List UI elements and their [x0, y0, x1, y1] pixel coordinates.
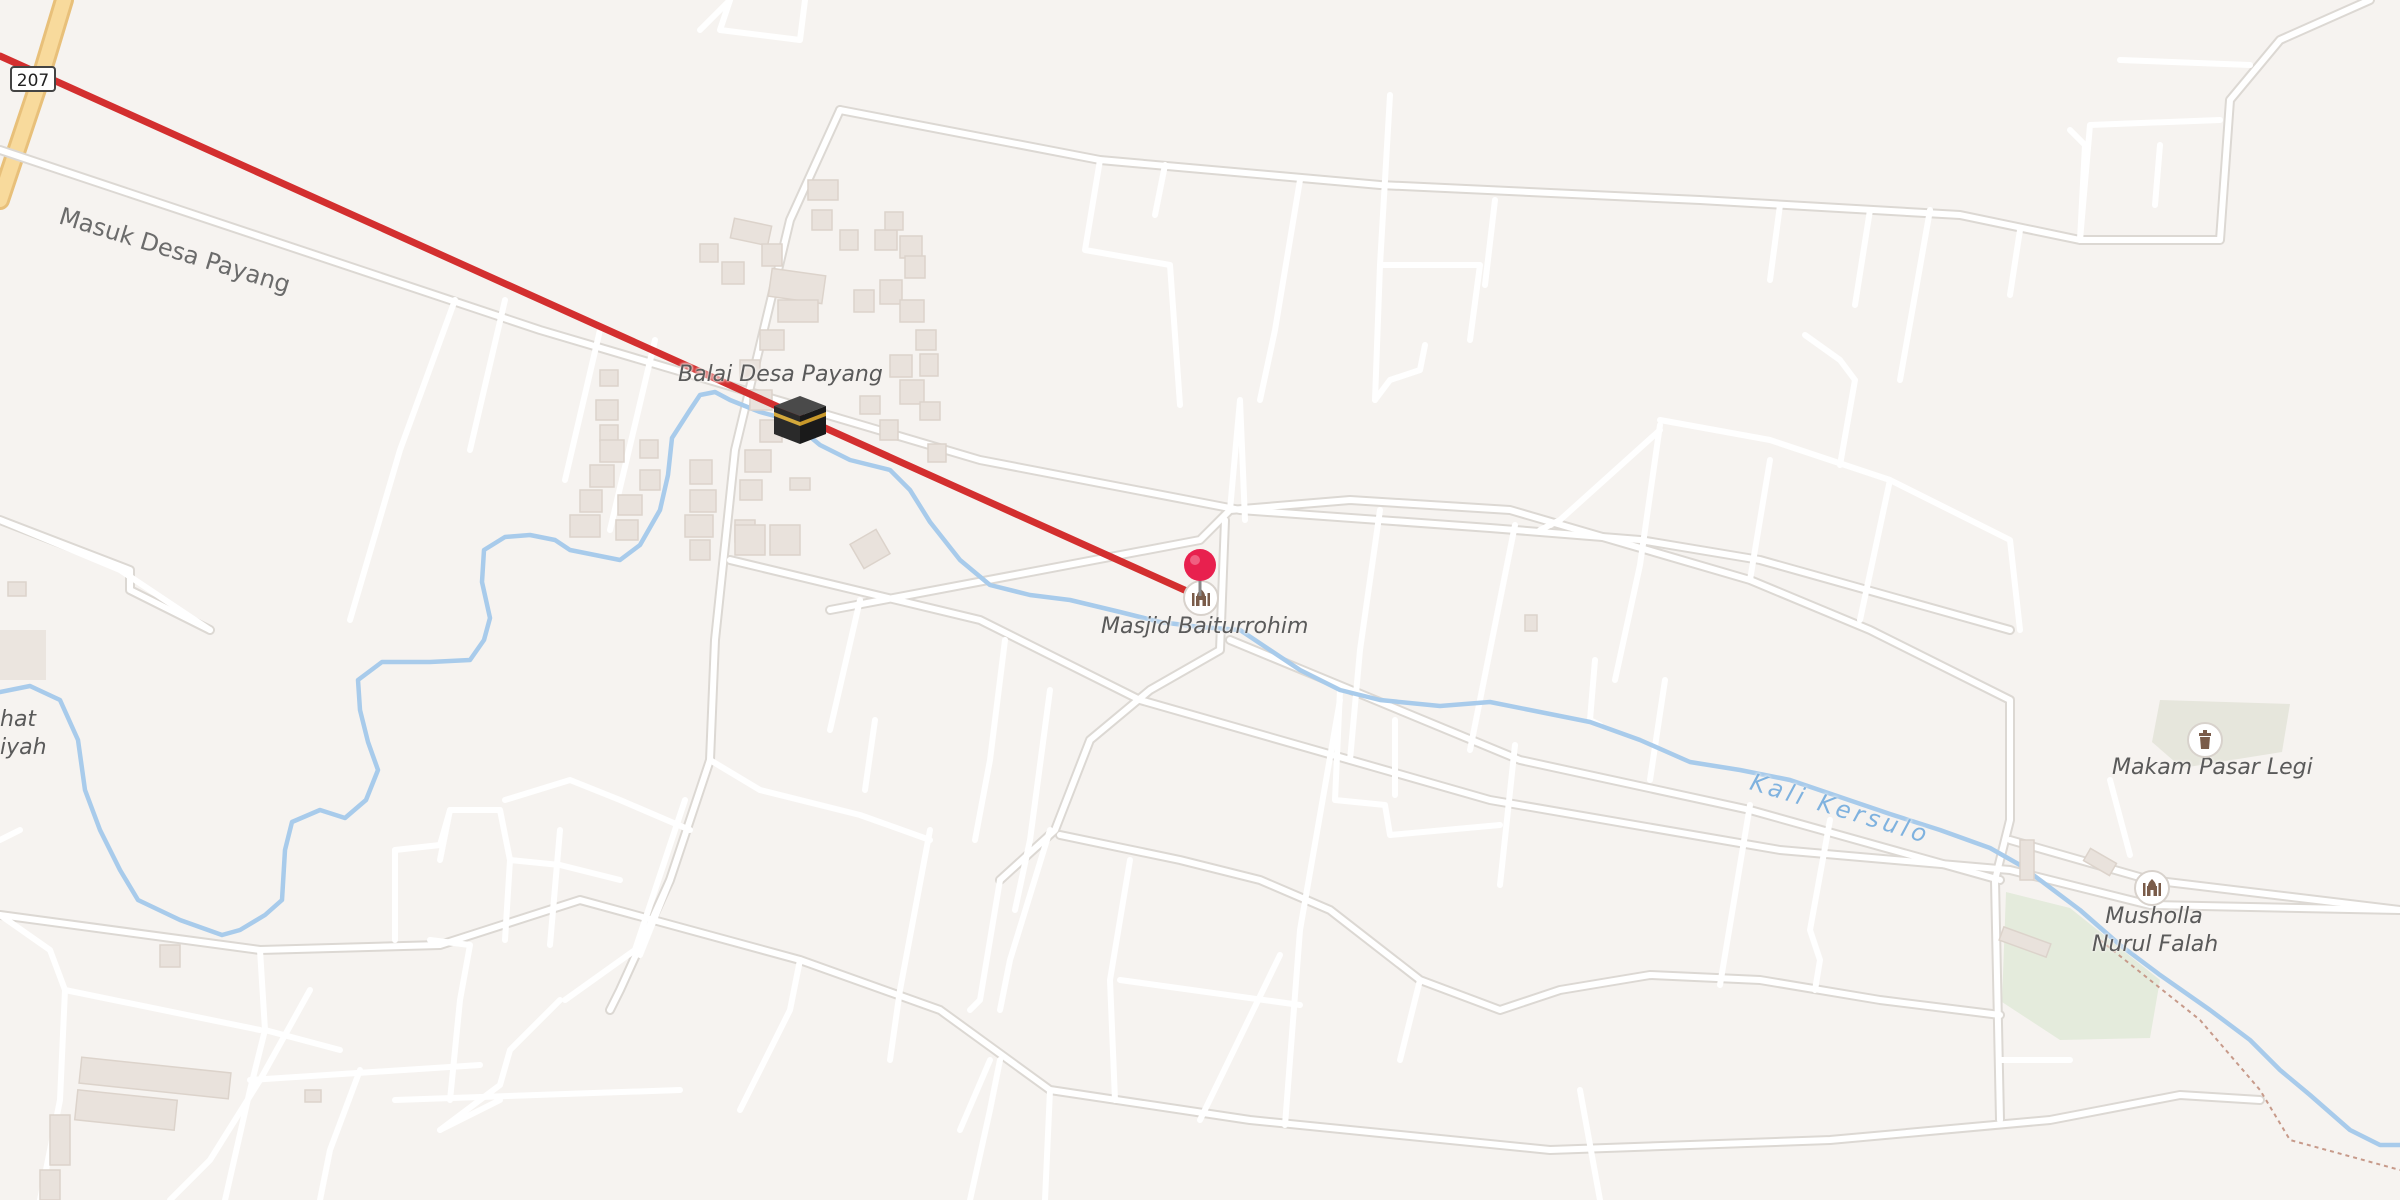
- place-label-musholla-line2: Nurul Falah: [2092, 932, 2219, 957]
- place-label-partial-line2: iyah: [0, 735, 47, 760]
- place-label-balai-desa-payang: Balai Desa Payang: [678, 362, 883, 387]
- place-label-musholla-nurul-falah: Musholla Nurul Falah: [2092, 903, 2219, 959]
- place-label-musholla-line1: Musholla: [2105, 904, 2203, 929]
- place-label-partial-left: hat iyah: [0, 706, 47, 762]
- place-label-masjid-baiturrohim: Masjid Baiturrohim: [1101, 614, 1309, 639]
- map-canvas[interactable]: 207 Masuk Desa Payang Kali Kersulo Balai…: [0, 0, 2400, 1200]
- location-pin-glyph: [1184, 549, 1216, 596]
- location-pin-icon[interactable]: [1181, 548, 1219, 598]
- mosque-icon-glyph: [2143, 879, 2161, 896]
- kaaba-icon-glyph: [774, 396, 826, 444]
- grave-icon[interactable]: [2187, 722, 2223, 758]
- place-label-makam-pasar-legi: Makam Pasar Legi: [2112, 755, 2313, 780]
- route-shield: 207: [10, 66, 56, 92]
- grave-icon-glyph: [2199, 730, 2211, 749]
- place-label-partial-line1: hat: [0, 707, 37, 732]
- mosque-icon[interactable]: [2134, 870, 2170, 906]
- kaaba-icon[interactable]: [772, 392, 828, 448]
- qibla-direction-line: [0, 52, 1204, 601]
